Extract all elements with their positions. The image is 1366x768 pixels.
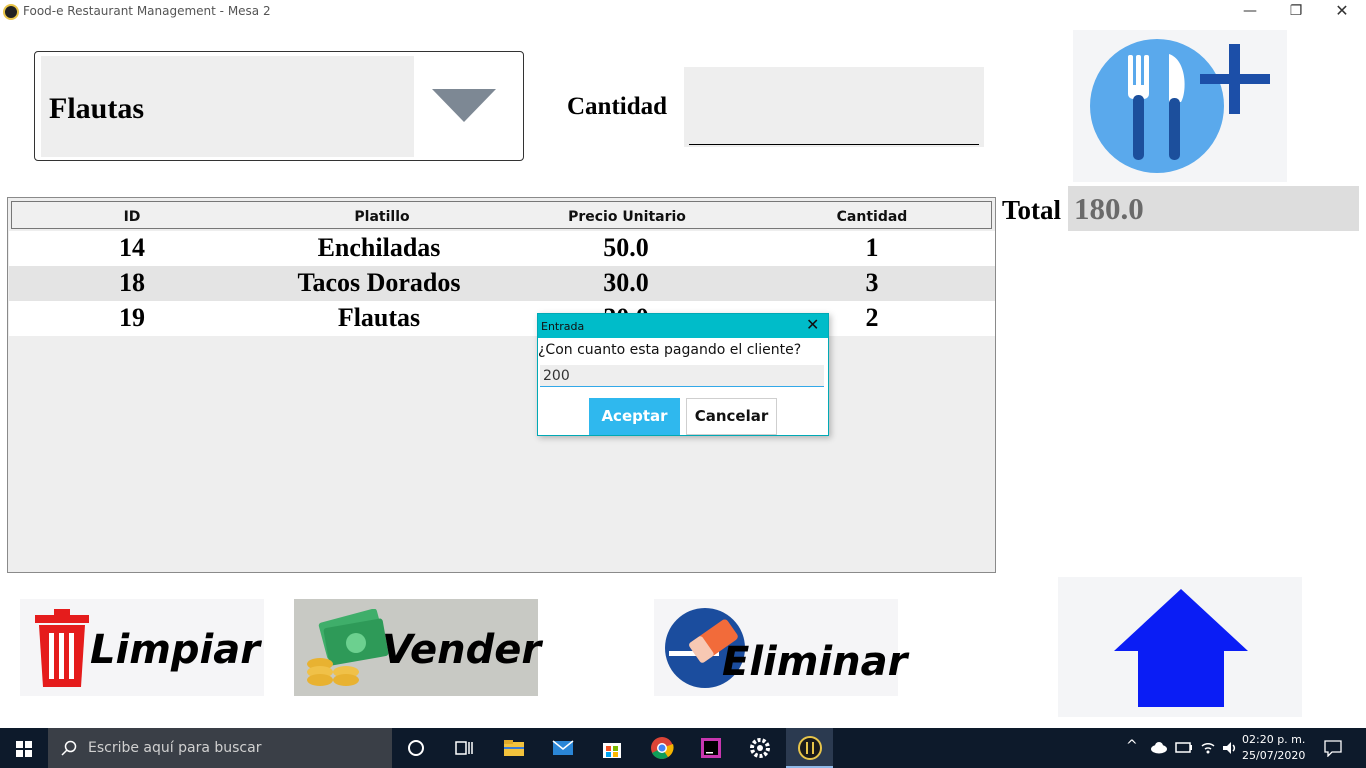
maximize-button[interactable]: ❐	[1273, 0, 1319, 24]
chevron-up-icon[interactable]: ^	[1126, 738, 1138, 754]
app-icon	[3, 4, 19, 20]
chevron-down-icon[interactable]	[432, 89, 496, 122]
dish-combobox[interactable]: Flautas	[34, 51, 524, 161]
dialog-title-bar[interactable]: Entrada ✕	[538, 314, 828, 338]
cell-platillo: Tacos Dorados	[297, 268, 461, 297]
dialog-title: Entrada	[541, 320, 585, 333]
table-row[interactable]: 14 Enchiladas 50.0 1	[9, 231, 995, 266]
store-icon[interactable]	[600, 736, 624, 760]
cell-platillo: Enchiladas	[317, 233, 441, 262]
trash-icon	[35, 609, 89, 687]
tray-date: 25/07/2020	[1242, 749, 1306, 762]
combobox-display: Flautas	[41, 56, 414, 157]
cell-precio: 50.0	[603, 233, 649, 262]
chrome-icon[interactable]	[650, 736, 674, 760]
file-explorer-icon[interactable]	[502, 736, 526, 760]
total-label: Total	[1002, 195, 1062, 225]
column-header-id[interactable]: ID	[102, 209, 162, 225]
minimize-button[interactable]: —	[1227, 0, 1273, 24]
search-placeholder: Escribe aquí para buscar	[88, 740, 262, 756]
table-row[interactable]: 19 Flautas 20.0 2	[9, 301, 995, 336]
delete-button-label: Eliminar	[722, 639, 908, 685]
order-table: ID Platillo Precio Unitario Cantidad 14 …	[7, 197, 996, 573]
table-header: ID Platillo Precio Unitario Cantidad	[11, 201, 992, 229]
taskbar: Escribe aquí para buscar ^ 02:20 p. m. 2…	[0, 728, 1366, 768]
total-value: 180.0	[1074, 191, 1144, 226]
mail-icon[interactable]	[551, 736, 575, 760]
quantity-input-underline	[689, 144, 979, 145]
column-header-platillo[interactable]: Platillo	[302, 209, 462, 225]
payment-amount-input[interactable]: 200	[540, 365, 824, 387]
task-view-icon[interactable]	[452, 736, 476, 760]
taskbar-app-food-e[interactable]	[786, 728, 833, 768]
battery-icon[interactable]	[1175, 740, 1193, 754]
quantity-input[interactable]	[684, 67, 984, 147]
notifications-icon[interactable]	[1324, 739, 1342, 757]
cutlery-plus-icon	[1090, 39, 1270, 173]
window-title: Food-e Restaurant Management - Mesa 2	[23, 4, 271, 18]
volume-icon[interactable]	[1222, 740, 1238, 756]
windows-logo-icon	[16, 741, 32, 757]
home-button[interactable]	[1058, 577, 1302, 717]
tray-time: 02:20 p. m.	[1242, 733, 1306, 746]
taskbar-search[interactable]: Escribe aquí para buscar	[48, 728, 392, 768]
onedrive-icon[interactable]	[1150, 740, 1168, 754]
home-icon	[1114, 589, 1248, 707]
add-dish-button[interactable]	[1073, 30, 1287, 182]
money-icon	[307, 609, 389, 686]
settings-gear-icon[interactable]	[748, 736, 772, 760]
app-icon	[798, 736, 822, 760]
delete-button[interactable]: Eliminar	[654, 599, 907, 696]
wifi-icon[interactable]	[1200, 740, 1216, 756]
total-box: 180.0	[1068, 186, 1359, 231]
payment-dialog: Entrada ✕ ¿Con cuanto esta pagando el cl…	[537, 313, 829, 436]
sell-button-label: Vender	[382, 627, 542, 673]
clear-button[interactable]: Limpiar	[20, 599, 264, 696]
cell-cantidad: 3	[865, 268, 879, 297]
column-header-precio[interactable]: Precio Unitario	[542, 209, 712, 225]
tray-clock[interactable]: 02:20 p. m. 25/07/2020	[1242, 732, 1305, 764]
cell-platillo: Flautas	[337, 303, 421, 332]
cell-cantidad: 1	[865, 233, 879, 262]
cell-precio: 30.0	[603, 268, 649, 297]
start-button[interactable]	[0, 728, 48, 768]
accept-button[interactable]: Aceptar	[589, 398, 680, 435]
cortana-icon[interactable]	[404, 736, 428, 760]
intellij-icon[interactable]	[699, 736, 723, 760]
combobox-selected-value: Flautas	[49, 92, 145, 125]
dialog-close-button[interactable]: ✕	[806, 315, 819, 334]
cell-id: 19	[119, 303, 145, 332]
dialog-message: ¿Con cuanto esta pagando el cliente?	[538, 342, 802, 358]
column-header-cantidad[interactable]: Cantidad	[802, 209, 942, 225]
title-bar: Food-e Restaurant Management - Mesa 2 — …	[0, 0, 1366, 24]
cell-id: 14	[119, 233, 145, 262]
cell-cantidad: 2	[865, 303, 879, 332]
sell-button[interactable]: Vender	[294, 599, 542, 696]
quantity-label: Cantidad	[567, 93, 668, 120]
cell-id: 18	[119, 268, 145, 297]
clear-button-label: Limpiar	[90, 627, 260, 673]
cancel-button[interactable]: Cancelar	[686, 398, 777, 435]
table-row[interactable]: 18 Tacos Dorados 30.0 3	[9, 266, 995, 301]
search-icon	[61, 740, 77, 756]
close-window-button[interactable]: ✕	[1319, 0, 1365, 24]
